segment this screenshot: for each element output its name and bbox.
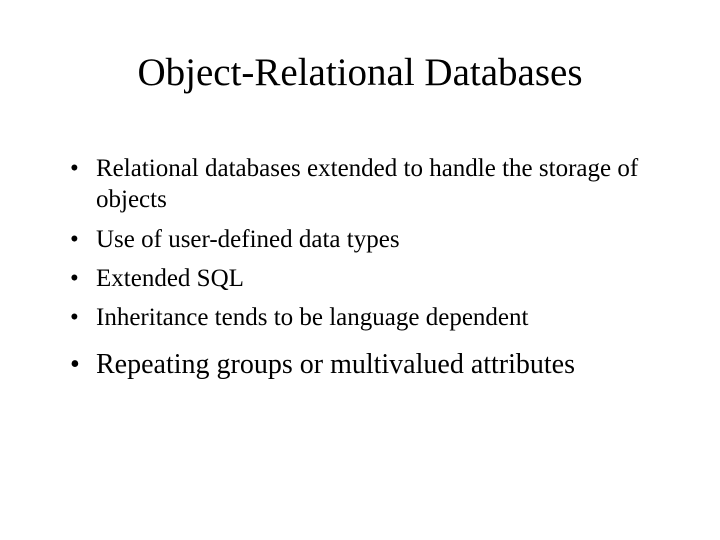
bullet-list: Relational databases extended to handle …	[40, 153, 680, 382]
list-item: Relational databases extended to handle …	[70, 153, 680, 216]
list-item: Use of user-defined data types	[70, 224, 680, 255]
slide-title: Object-Relational Databases	[40, 50, 680, 95]
list-item: Repeating groups or multivalued attribut…	[70, 347, 680, 382]
list-item: Inheritance tends to be language depende…	[70, 302, 680, 333]
list-item: Extended SQL	[70, 263, 680, 294]
slide: Object-Relational Databases Relational d…	[0, 0, 720, 540]
